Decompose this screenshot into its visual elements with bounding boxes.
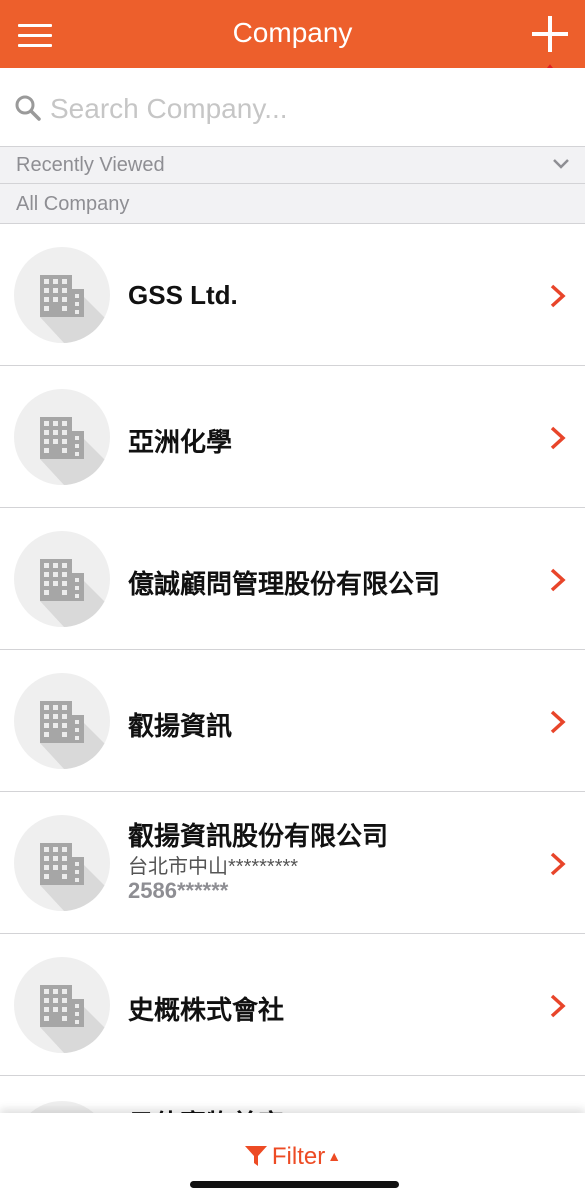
company-name: 億誠顧問管理股份有限公司 [128,569,441,599]
funnel-icon [244,1146,267,1166]
company-name: GSS Ltd. [128,280,238,310]
company-row[interactable]: 億誠顧問管理股份有限公司 [0,508,585,650]
filter-button[interactable]: Filter ▲ [0,1143,585,1171]
building-icon [14,957,110,1053]
chevron-right-icon [550,568,566,592]
company-row[interactable]: GSS Ltd. [0,224,585,366]
building-icon [14,815,110,911]
company-address: 台北市中山********* [128,856,299,878]
recently-viewed-label: Recently Viewed [16,154,165,176]
search-input[interactable] [48,86,572,132]
chevron-down-icon [553,159,569,169]
company-row[interactable]: 叡揚資訊 [0,650,585,792]
search-icon [15,95,41,121]
company-list: GSS Ltd. 亞洲化學 億誠顧問管理股份有限公司 叡揚資訊 叡揚資訊股份有限… [0,224,585,1076]
app-header: Company [0,0,585,68]
company-row[interactable]: 亞洲化學 [0,366,585,508]
chevron-right-icon [550,710,566,734]
building-icon [14,531,110,627]
filter-label: Filter [271,1143,326,1170]
company-name: 史概株式會社 [128,995,285,1025]
caret-up-icon: ▲ [327,1148,342,1164]
company-row[interactable]: 叡揚資訊股份有限公司 台北市中山********* 2586****** [0,792,585,934]
company-name: 叡揚資訊 [128,711,233,741]
building-icon [14,673,110,769]
company-phone: 2586****** [128,878,229,903]
all-company-label: All Company [16,193,130,215]
search-bar [0,68,585,146]
building-icon [14,247,110,343]
chevron-right-icon [550,852,566,876]
recently-viewed-section[interactable]: Recently Viewed [0,146,585,184]
home-indicator [190,1181,399,1188]
add-company-button[interactable] [532,16,568,52]
company-name: 亞洲化學 [128,427,233,457]
building-icon [14,389,110,485]
company-row[interactable]: 日佳寵物美容 [0,1078,585,1118]
chevron-right-icon [550,284,566,308]
page-title: Company [232,17,353,48]
company-row[interactable]: 史概株式會社 [0,934,585,1076]
chevron-right-icon [550,994,566,1018]
company-name: 叡揚資訊股份有限公司 [128,821,389,851]
all-company-section: All Company [0,184,585,224]
chevron-right-icon [550,426,566,450]
